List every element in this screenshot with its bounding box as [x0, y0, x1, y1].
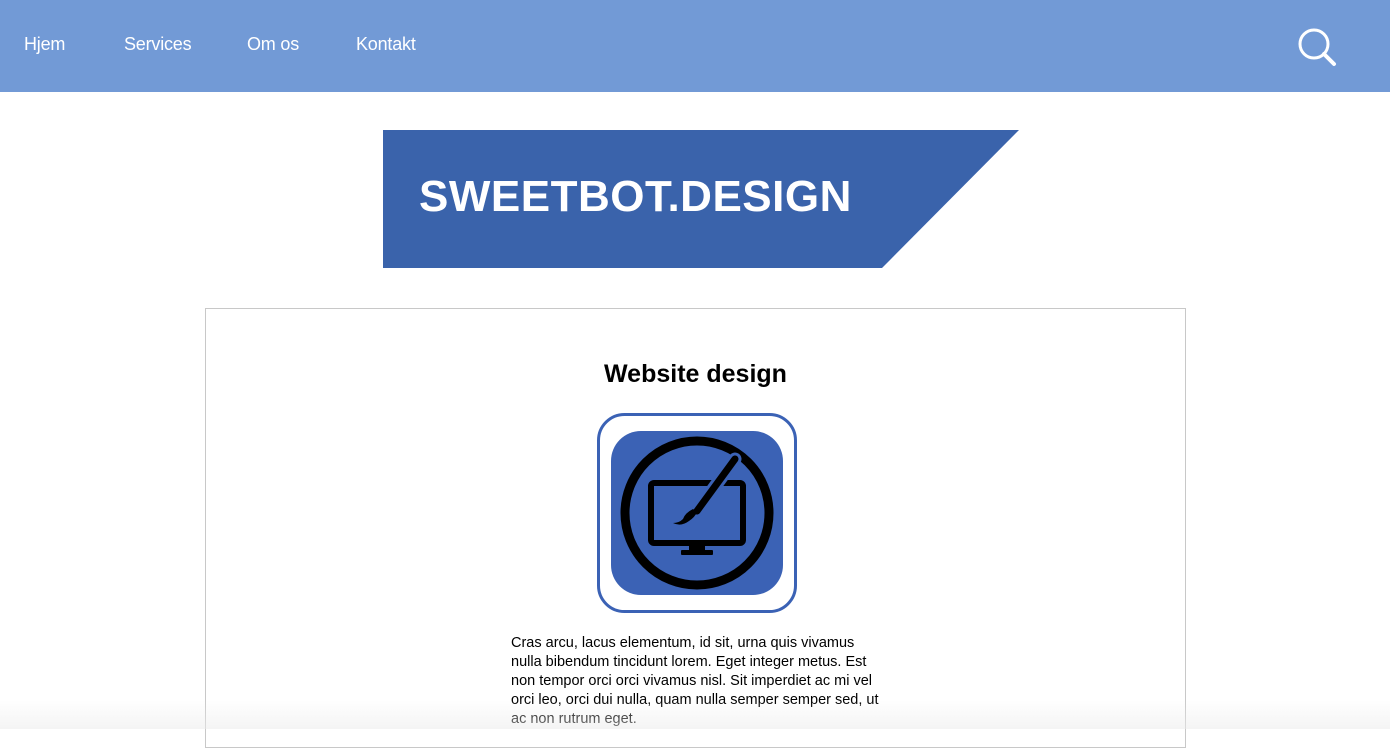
website-design-icon-frame	[597, 413, 797, 613]
nav-item-hjem[interactable]: Hjem	[24, 34, 65, 55]
card-title: Website design	[604, 360, 787, 388]
search-button[interactable]	[1296, 26, 1338, 68]
card-description: Cras arcu, lacus elementum, id sit, urna…	[511, 635, 879, 727]
top-navigation-bar: Hjem Services Om os Kontakt	[0, 0, 1390, 92]
nav-item-services[interactable]: Services	[124, 34, 192, 55]
search-icon	[1298, 28, 1336, 66]
monitor-paintbrush-icon	[597, 413, 797, 613]
service-card: Website design Cras arcu, lacus elementu…	[205, 308, 1186, 748]
logo-text: SWEETBOT.DESIGN	[419, 172, 852, 221]
nav-item-om-os[interactable]: Om os	[247, 34, 299, 55]
nav-item-kontakt[interactable]: Kontakt	[356, 34, 416, 55]
site-logo[interactable]: SWEETBOT.DESIGN	[383, 130, 1019, 268]
